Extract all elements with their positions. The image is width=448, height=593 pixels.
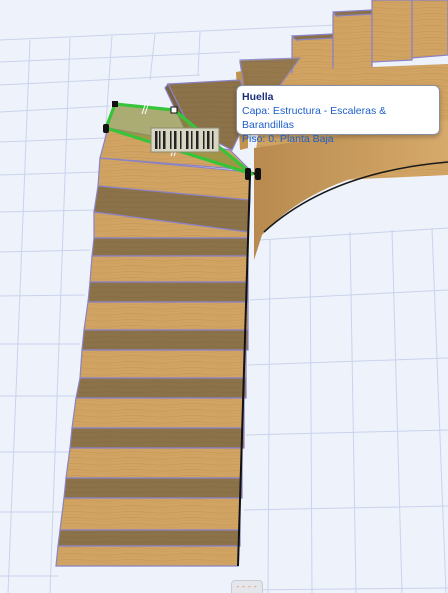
panel-resize-handle[interactable]: ---- xyxy=(231,580,263,593)
hotspot-right-2[interactable] xyxy=(255,168,261,180)
hotspot-left[interactable] xyxy=(103,124,109,133)
tooltip-story: Piso: 0. Planta Baja xyxy=(242,133,334,145)
hotspot-right[interactable] xyxy=(245,168,251,180)
hotspot-top-right[interactable] xyxy=(170,106,178,114)
hotspot-top-left[interactable] xyxy=(112,101,118,107)
element-info-tooltip: Huella Capa: Estructura - Escaleras & Ba… xyxy=(236,85,440,145)
tooltip-layer: Capa: Estructura - Escaleras & Barandill… xyxy=(242,105,387,131)
lower-flight[interactable] xyxy=(55,237,249,567)
barcode-icon xyxy=(150,127,220,153)
3d-viewport[interactable]: Huella Capa: Estructura - Escaleras & Ba… xyxy=(0,0,448,593)
tooltip-title: Huella xyxy=(242,91,274,103)
